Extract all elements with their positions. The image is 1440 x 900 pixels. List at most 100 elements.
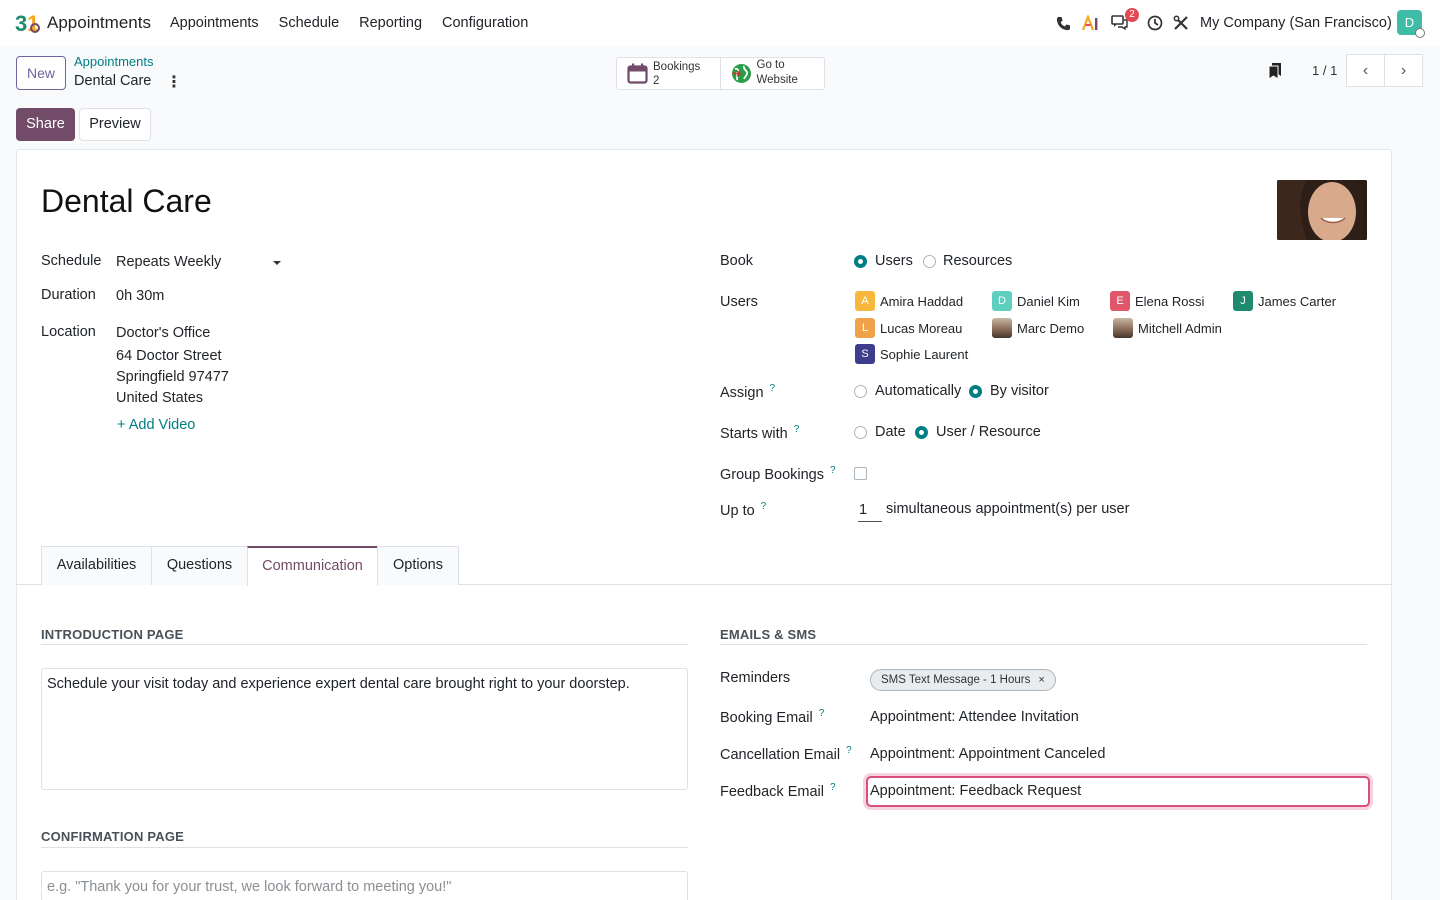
menu-appointments[interactable]: Appointments bbox=[170, 15, 259, 31]
reminder-tag[interactable]: SMS Text Message - 1 Hours × bbox=[870, 669, 1056, 691]
users-label: Users bbox=[720, 294, 758, 310]
bookings-smart-button[interactable]: Bookings 2 bbox=[617, 58, 721, 89]
assign-by-visitor-radio[interactable] bbox=[969, 385, 982, 398]
schedule-select[interactable]: Repeats Weekly bbox=[116, 254, 221, 270]
pager-next-button[interactable]: › bbox=[1384, 54, 1423, 87]
book-resources-radio[interactable] bbox=[923, 255, 936, 268]
user-tag-james[interactable]: J James Carter bbox=[1233, 291, 1336, 311]
bookings-count: 2 bbox=[653, 75, 660, 87]
location-line-1[interactable]: Doctor's Office bbox=[116, 325, 210, 341]
avatar-photo bbox=[992, 318, 1012, 338]
book-users-radio[interactable] bbox=[854, 255, 867, 268]
confirmation-page-header: CONFIRMATION PAGE bbox=[41, 829, 185, 844]
pager-previous-button[interactable]: ‹ bbox=[1346, 54, 1385, 87]
help-icon[interactable]: ? bbox=[830, 782, 836, 793]
share-button[interactable]: Share bbox=[16, 108, 75, 141]
book-resources-label[interactable]: Resources bbox=[943, 253, 1012, 269]
assign-automatically-label[interactable]: Automatically bbox=[875, 383, 961, 399]
tab-options[interactable]: Options bbox=[377, 546, 459, 585]
help-icon[interactable]: ? bbox=[819, 708, 825, 719]
book-users-label[interactable]: Users bbox=[875, 253, 913, 269]
tools-icon[interactable] bbox=[1172, 14, 1190, 32]
starts-user-resource-label[interactable]: User / Resource bbox=[936, 424, 1041, 440]
menu-schedule[interactable]: Schedule bbox=[279, 15, 339, 31]
group-bookings-label-text: Group Bookings bbox=[720, 466, 824, 483]
smart-buttons: Bookings 2 Go to Website bbox=[616, 57, 825, 90]
help-icon[interactable]: ? bbox=[846, 745, 852, 756]
messages-badge: 2 bbox=[1125, 8, 1139, 22]
reminders-label: Reminders bbox=[720, 670, 791, 686]
user-tag-lucas[interactable]: L Lucas Moreau bbox=[855, 318, 962, 338]
feedback-email-field[interactable]: Appointment: Feedback Request bbox=[866, 776, 1370, 807]
avatar-photo bbox=[1113, 318, 1133, 338]
starts-with-label: Starts with? bbox=[720, 424, 799, 442]
phone-icon[interactable] bbox=[1054, 14, 1072, 32]
booking-email-field[interactable]: Appointment: Attendee Invitation bbox=[870, 709, 1079, 725]
help-icon[interactable]: ? bbox=[830, 465, 836, 476]
duration-field[interactable]: 0h 30m bbox=[116, 288, 164, 304]
user-tag-elena[interactable]: E Elena Rossi bbox=[1110, 291, 1204, 311]
plus-icon: + bbox=[117, 417, 129, 433]
starts-with-label-text: Starts with bbox=[720, 425, 788, 442]
app-name[interactable]: Appointments bbox=[47, 13, 151, 33]
pager-value[interactable]: 1 / 1 bbox=[1312, 63, 1337, 78]
appointments-logo-icon[interactable]: 3 1 bbox=[15, 11, 41, 35]
location-line-3: Springfield 97477 bbox=[116, 369, 229, 385]
introduction-textarea[interactable]: Schedule your visit today and experience… bbox=[41, 668, 688, 790]
section-divider bbox=[720, 644, 1367, 645]
up-to-input[interactable]: 1 bbox=[858, 500, 882, 522]
book-label: Book bbox=[720, 253, 754, 269]
actions-menu-icon[interactable]: ⋮ bbox=[166, 72, 182, 92]
bookmark-icon[interactable] bbox=[1268, 62, 1282, 80]
user-tag-sophie[interactable]: S Sophie Laurent bbox=[855, 344, 968, 364]
user-name: Amira Haddad bbox=[880, 293, 964, 309]
confirmation-textarea[interactable]: e.g. "Thank you for your trust, we look … bbox=[41, 871, 688, 900]
breadcrumb-parent[interactable]: Appointments bbox=[74, 54, 154, 69]
activity-clock-icon[interactable] bbox=[1146, 14, 1164, 32]
add-video-label: Add Video bbox=[128, 417, 196, 433]
company-switcher[interactable]: My Company (San Francisco) bbox=[1200, 15, 1392, 31]
tab-communication[interactable]: Communication bbox=[247, 546, 378, 586]
go-to-website-button[interactable]: Go to Website bbox=[721, 58, 825, 89]
preview-button[interactable]: Preview bbox=[79, 108, 151, 141]
user-avatar[interactable]: D bbox=[1397, 10, 1425, 38]
globe-icon bbox=[731, 64, 751, 83]
breadcrumb-current: Dental Care bbox=[74, 73, 152, 89]
up-to-suffix: simultaneous appointment(s) per user bbox=[886, 501, 1130, 517]
assign-label-text: Assign bbox=[720, 384, 764, 401]
help-icon[interactable]: ? bbox=[761, 501, 767, 512]
appointment-image[interactable] bbox=[1277, 180, 1367, 240]
new-button[interactable]: New bbox=[16, 56, 66, 90]
tab-availabilities[interactable]: Availabilities bbox=[41, 546, 152, 585]
avatar: E bbox=[1110, 291, 1130, 311]
user-tag-marc[interactable]: Marc Demo bbox=[992, 318, 1084, 338]
menu-configuration[interactable]: Configuration bbox=[442, 15, 528, 31]
starts-date-radio[interactable] bbox=[854, 426, 867, 439]
user-name: Mitchell Admin bbox=[1138, 320, 1222, 336]
section-divider bbox=[41, 847, 688, 848]
remove-tag-icon[interactable]: × bbox=[1038, 674, 1044, 686]
group-bookings-label: Group Bookings? bbox=[720, 465, 836, 483]
assign-automatically-radio[interactable] bbox=[854, 385, 867, 398]
caret-down-icon[interactable] bbox=[273, 261, 281, 265]
ai-icon[interactable] bbox=[1082, 14, 1100, 32]
add-video-link[interactable]: + Add Video bbox=[117, 417, 195, 433]
duration-label: Duration bbox=[41, 287, 96, 303]
user-tag-mitchell[interactable]: Mitchell Admin bbox=[1113, 318, 1222, 338]
main-menu: Appointments Schedule Reporting Configur… bbox=[170, 15, 548, 31]
menu-reporting[interactable]: Reporting bbox=[359, 15, 422, 31]
assign-by-visitor-label[interactable]: By visitor bbox=[990, 383, 1049, 399]
user-tag-amira[interactable]: A Amira Haddad bbox=[855, 291, 963, 311]
starts-date-label[interactable]: Date bbox=[875, 424, 906, 440]
cancellation-email-label-text: Cancellation Email bbox=[720, 746, 841, 763]
help-icon[interactable]: ? bbox=[794, 424, 800, 435]
starts-user-resource-radio[interactable] bbox=[915, 426, 928, 439]
group-bookings-checkbox[interactable] bbox=[854, 467, 867, 480]
cancellation-email-field[interactable]: Appointment: Appointment Canceled bbox=[870, 746, 1105, 762]
up-to-label-text: Up to bbox=[720, 502, 755, 519]
tab-questions[interactable]: Questions bbox=[151, 546, 248, 585]
feedback-email-label-text: Feedback Email bbox=[720, 783, 824, 800]
user-tag-daniel[interactable]: D Daniel Kim bbox=[992, 291, 1080, 311]
help-icon[interactable]: ? bbox=[770, 383, 776, 394]
appointment-title[interactable]: Dental Care bbox=[41, 183, 212, 220]
